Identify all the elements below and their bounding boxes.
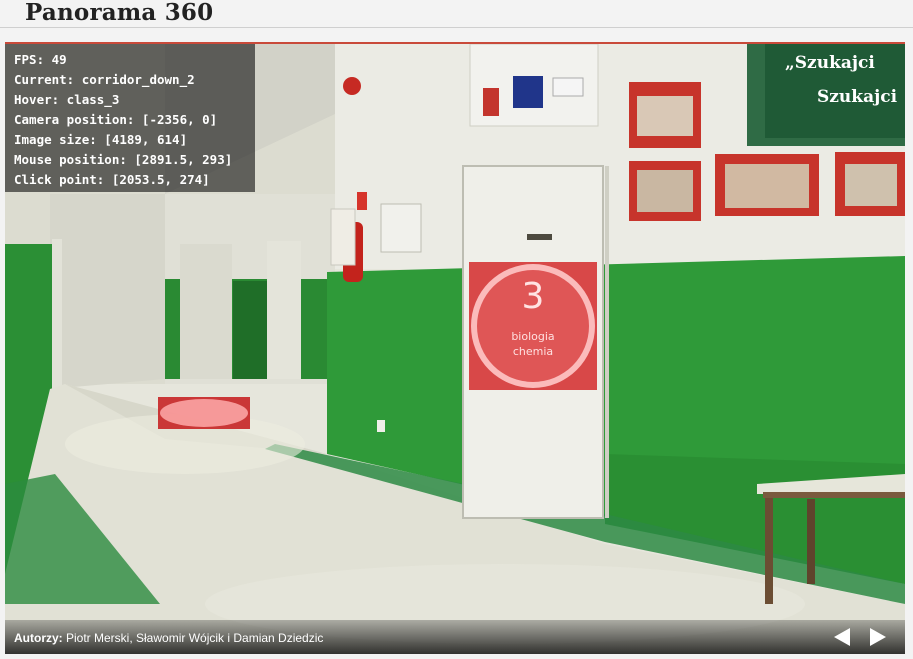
debug-mouse-position: Mouse position: [2891.5, 293] [14, 152, 233, 167]
page-title: Panorama 360 [25, 0, 214, 26]
arrow-left-icon [834, 628, 850, 646]
banner-text-2: Szukajci [817, 87, 898, 107]
page-header: Panorama 360 [0, 0, 913, 28]
floor-marker [160, 399, 248, 427]
debug-camera-position: Camera position: [-2356, 0] [14, 112, 218, 127]
credits: Autorzy: Piotr Merski, Sławomir Wójcik i… [14, 631, 323, 645]
classroom-hotspot[interactable]: 3 biologia chemia [469, 262, 597, 390]
next-panorama-button[interactable] [867, 626, 889, 648]
viewer-footer: Autorzy: Piotr Merski, Sławomir Wójcik i… [5, 620, 905, 654]
floor-navigation-hotspot[interactable] [158, 397, 250, 429]
debug-panel: FPS: 49 Current: corridor_down_2 Hover: … [5, 44, 255, 192]
prev-panorama-button[interactable] [831, 626, 853, 648]
credits-label: Autorzy: [14, 631, 63, 645]
debug-image-size: Image size: [4189, 614] [14, 132, 188, 147]
hotspot-subject-2: chemia [512, 345, 554, 358]
credits-names: Piotr Merski, Sławomir Wójcik i Damian D… [62, 631, 324, 645]
arrow-right-icon [870, 628, 886, 646]
hotspot-room-number: 3 [521, 276, 545, 317]
debug-click-point: Click point: [2053.5, 274] [14, 172, 210, 187]
debug-current: Current: corridor_down_2 [14, 72, 195, 87]
banner-text-1: „Szukajci [785, 53, 875, 73]
panorama-viewer[interactable]: „Szukajci Szukajci FPS: 49 Current: corr… [5, 42, 905, 654]
hotspot-subject-1: biologia [511, 330, 555, 343]
debug-fps: FPS: 49 [14, 52, 67, 67]
debug-hover: Hover: class_3 [14, 92, 120, 107]
